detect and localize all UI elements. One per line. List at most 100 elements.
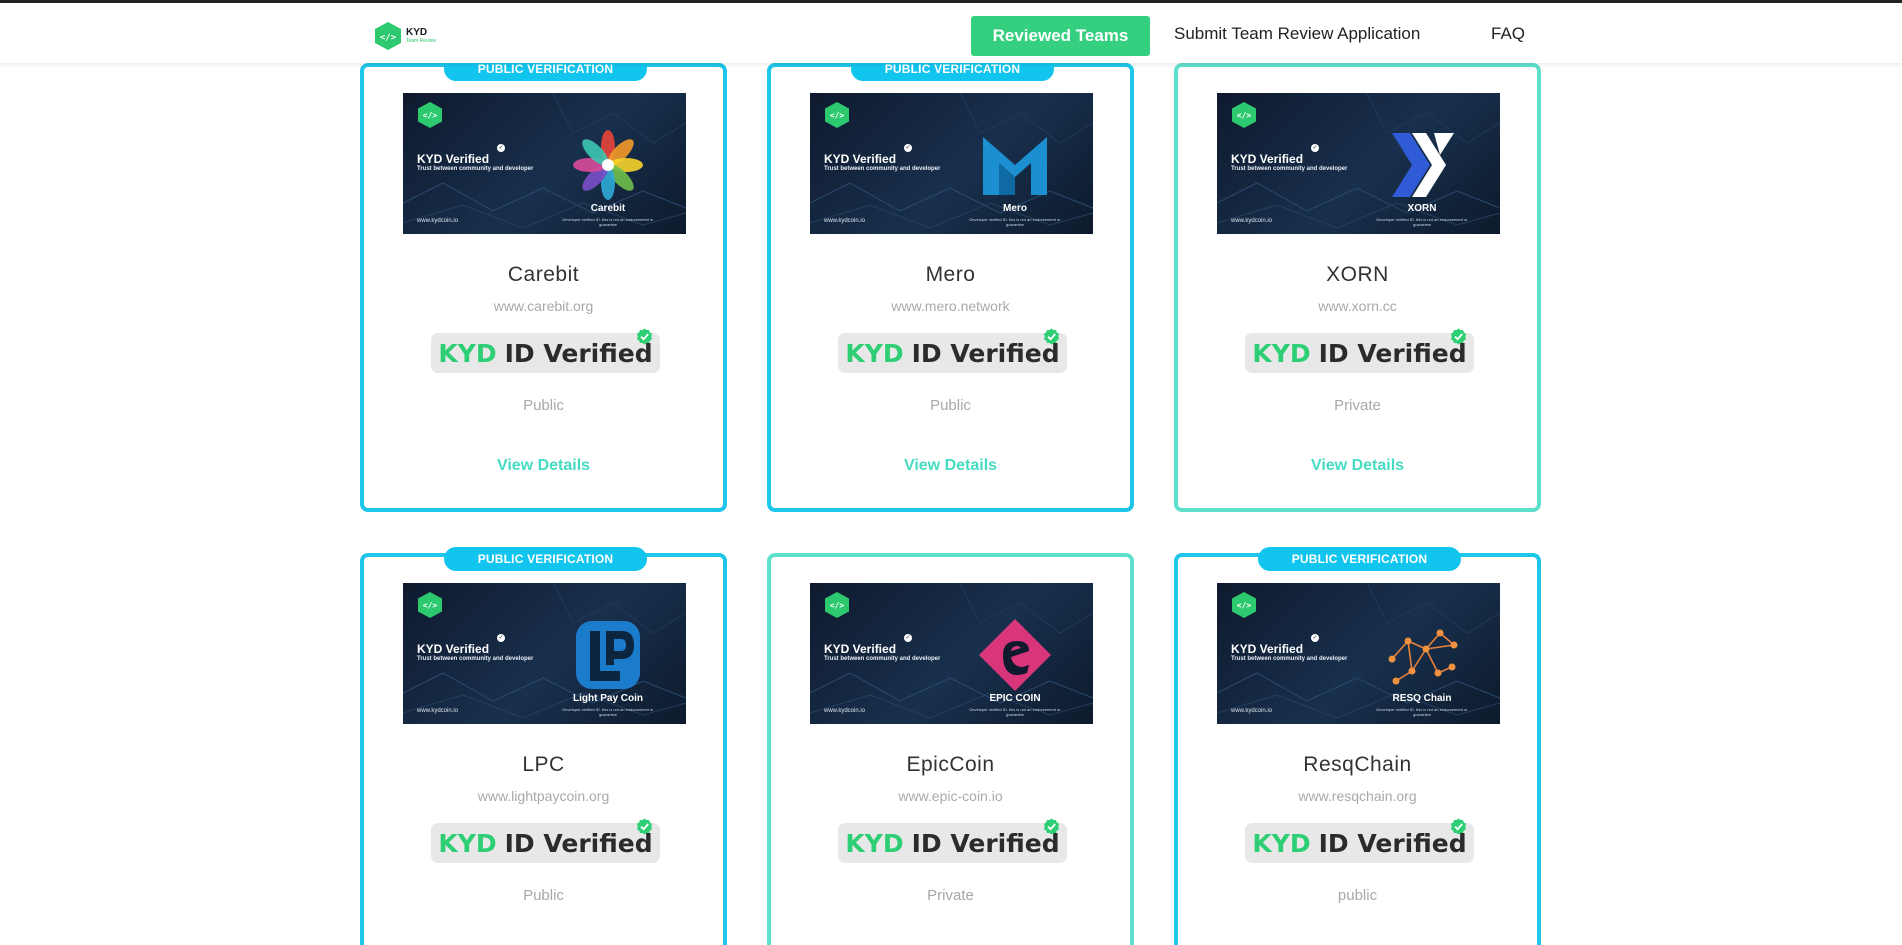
- banner-tagline: Trust between community and developer: [1231, 166, 1348, 172]
- badge-kyd-text: KYD: [1252, 338, 1311, 368]
- badge-kyd-text: KYD: [438, 828, 497, 858]
- banner-check-icon: ✓: [497, 144, 505, 152]
- banner-project-name: Carebit: [590, 203, 626, 214]
- banner-disclaimer: Developer verified ID. this is not an en…: [969, 707, 1061, 717]
- kyd-hexagon-icon: </>: [418, 102, 442, 128]
- project-logo-icon: [1392, 133, 1454, 197]
- banner-title: KYD Verified: [417, 642, 490, 656]
- team-banner-image: </> KYD Verified ✓ Trust between communi…: [403, 93, 686, 234]
- project-logo-icon: [576, 621, 640, 689]
- team-card: PUBLIC VERIFICATION </> KYD Verified ✓ T…: [767, 57, 1134, 512]
- banner-project-name: XORN: [1407, 203, 1437, 214]
- banner-tagline: Trust between community and developer: [824, 166, 941, 172]
- kyd-id-verified-badge: KYD ID Verified: [431, 818, 660, 863]
- logo-subtitle: Team Review: [406, 38, 437, 44]
- kyd-hexagon-icon: </>: [375, 22, 401, 50]
- banner-title: KYD Verified: [417, 152, 490, 166]
- badge-kyd-text: KYD: [438, 338, 497, 368]
- kyd-logo[interactable]: </> KYD Team Review: [374, 20, 444, 52]
- faq-link[interactable]: FAQ: [1491, 24, 1525, 44]
- badge-verified-text: ID Verified: [504, 338, 653, 368]
- view-details-link[interactable]: View Details: [771, 457, 1130, 475]
- team-card: PUBLIC VERIFICATION </> KYD Verified ✓ T…: [1174, 547, 1541, 945]
- badge-verified-text: ID Verified: [504, 828, 653, 858]
- verified-check-icon: [637, 818, 652, 835]
- svg-text:</>: </>: [830, 601, 845, 610]
- reviewed-teams-button[interactable]: Reviewed Teams: [971, 16, 1150, 56]
- verified-check-icon: [1044, 328, 1059, 345]
- svg-text:</>: </>: [423, 601, 438, 610]
- kyd-id-verified-badge: KYD ID Verified: [1245, 818, 1474, 863]
- view-details-link[interactable]: View Details: [364, 457, 723, 475]
- banner-disclaimer: Developer verified ID. this is not an en…: [562, 707, 654, 717]
- banner-check-icon: ✓: [1311, 144, 1319, 152]
- kyd-id-verified-badge: KYD ID Verified: [838, 328, 1067, 373]
- badge-kyd-text: KYD: [1252, 828, 1311, 858]
- team-visibility: Private: [1334, 397, 1381, 414]
- team-card: </> KYD Verified ✓ Trust between communi…: [1174, 63, 1541, 512]
- banner-url: www.kydcoin.io: [417, 708, 459, 714]
- banner-disclaimer: Developer verified ID. this is not an en…: [1376, 707, 1468, 717]
- view-details-link[interactable]: View Details: [1178, 457, 1537, 475]
- banner-url: www.kydcoin.io: [824, 708, 866, 714]
- team-name: Mero: [925, 263, 976, 286]
- team-website[interactable]: www.epic-coin.io: [771, 788, 1130, 804]
- team-website[interactable]: www.xorn.cc: [1178, 298, 1537, 314]
- team-website[interactable]: www.mero.network: [771, 298, 1130, 314]
- top-navigation-bar: </> KYD Team Review Reviewed Teams Submi…: [0, 0, 1902, 63]
- banner-project-name: Light Pay Coin: [573, 693, 643, 704]
- banner-disclaimer: Developer verified ID. this is not an en…: [969, 217, 1061, 227]
- team-card: PUBLIC VERIFICATION </> KYD Verified ✓ T…: [360, 57, 727, 512]
- banner-url: www.kydcoin.io: [1231, 708, 1273, 714]
- team-banner-image: </> KYD Verified ✓ Trust between communi…: [810, 93, 1093, 234]
- svg-text:</>: </>: [423, 111, 438, 120]
- team-visibility: Public: [523, 887, 564, 904]
- kyd-hexagon-icon: </>: [418, 592, 442, 618]
- banner-disclaimer: Developer verified ID. this is not an en…: [1376, 217, 1468, 227]
- logo-title: KYD: [406, 27, 428, 38]
- project-logo-icon: [979, 619, 1051, 691]
- badge-verified-text: ID Verified: [911, 828, 1060, 858]
- verified-check-icon: [1451, 328, 1466, 345]
- svg-text:</>: </>: [1237, 111, 1252, 120]
- submit-team-review-link[interactable]: Submit Team Review Application: [1174, 24, 1420, 44]
- team-banner-image: </> KYD Verified ✓ Trust between communi…: [1217, 583, 1500, 724]
- team-name: LPC: [522, 753, 565, 776]
- kyd-id-verified-badge: KYD ID Verified: [1245, 328, 1474, 373]
- kyd-id-verified-badge: KYD ID Verified: [838, 818, 1067, 863]
- banner-disclaimer: Developer verified ID. this is not an en…: [562, 217, 654, 227]
- badge-verified-text: ID Verified: [1318, 338, 1467, 368]
- team-banner-image: </> KYD Verified ✓ Trust between communi…: [403, 583, 686, 724]
- banner-tagline: Trust between community and developer: [824, 656, 941, 662]
- team-banner-image: </> KYD Verified ✓ Trust between communi…: [1217, 93, 1500, 234]
- team-card: </> KYD Verified ✓ Trust between communi…: [767, 553, 1134, 945]
- team-website[interactable]: www.lightpaycoin.org: [364, 788, 723, 804]
- team-banner-image: </> KYD Verified ✓ Trust between communi…: [810, 583, 1093, 724]
- badge-kyd-text: KYD: [845, 338, 904, 368]
- team-website[interactable]: www.carebit.org: [364, 298, 723, 314]
- kyd-id-verified-badge: KYD ID Verified: [431, 328, 660, 373]
- team-visibility: Public: [523, 397, 564, 414]
- banner-title: KYD Verified: [1231, 642, 1304, 656]
- badge-kyd-text: KYD: [845, 828, 904, 858]
- banner-title: KYD Verified: [824, 152, 897, 166]
- verified-check-icon: [1044, 818, 1059, 835]
- svg-text:</>: </>: [1237, 601, 1252, 610]
- banner-url: www.kydcoin.io: [824, 218, 866, 224]
- banner-check-icon: ✓: [904, 634, 912, 642]
- project-logo-icon: [983, 137, 1047, 195]
- team-visibility: Public: [930, 397, 971, 414]
- banner-tagline: Trust between community and developer: [1231, 656, 1348, 662]
- team-website[interactable]: www.resqchain.org: [1178, 788, 1537, 804]
- kyd-hexagon-icon: </>: [1232, 102, 1256, 128]
- banner-project-name: EPIC COIN: [989, 693, 1041, 704]
- banner-check-icon: ✓: [1311, 634, 1319, 642]
- kyd-hexagon-icon: </>: [825, 102, 849, 128]
- banner-tagline: Trust between community and developer: [417, 656, 534, 662]
- kyd-hexagon-icon: </>: [1232, 592, 1256, 618]
- banner-check-icon: ✓: [497, 634, 505, 642]
- banner-url: www.kydcoin.io: [417, 218, 459, 224]
- project-logo-icon: [1388, 629, 1458, 685]
- badge-verified-text: ID Verified: [911, 338, 1060, 368]
- banner-url: www.kydcoin.io: [1231, 218, 1273, 224]
